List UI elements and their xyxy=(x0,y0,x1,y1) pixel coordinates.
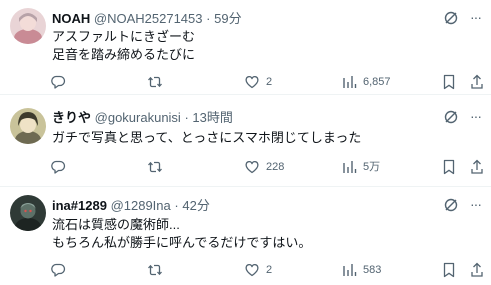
like-count: 228 xyxy=(266,161,285,173)
more-icon[interactable]: ··· xyxy=(470,108,484,124)
reply-button[interactable] xyxy=(50,73,72,91)
tweet-actions: 2 6,857 xyxy=(0,73,491,91)
user-handle[interactable]: @gokurakunisi xyxy=(95,110,181,125)
bookmark-icon[interactable] xyxy=(442,262,456,278)
display-name[interactable]: NOAH xyxy=(52,11,90,26)
timestamp[interactable]: 42分 xyxy=(182,198,209,213)
like-count: 2 xyxy=(266,264,273,276)
repost-icon xyxy=(148,161,162,173)
views-chart-icon xyxy=(343,264,357,276)
repost-button[interactable] xyxy=(147,158,169,176)
user-handle[interactable]: @NOAH25271453 xyxy=(94,11,203,26)
tweet[interactable]: きりや @gokurakunisi · 13時間 ··· ガチで写真と思って、と… xyxy=(0,95,491,185)
heart-icon xyxy=(245,264,259,277)
avatar[interactable] xyxy=(10,108,46,144)
share-icon[interactable] xyxy=(470,262,484,278)
tweet-header: NOAH @NOAH25271453 · 59分 xyxy=(52,10,242,28)
more-icon[interactable]: ··· xyxy=(470,196,484,212)
display-name[interactable]: ina#1289 xyxy=(52,198,107,213)
heart-icon xyxy=(245,161,259,174)
like-button[interactable]: 2 xyxy=(244,73,272,91)
tweet-header: きりや @gokurakunisi · 13時間 xyxy=(52,109,233,127)
timestamp[interactable]: 59分 xyxy=(214,11,241,26)
share-icon[interactable] xyxy=(470,159,484,175)
views-button[interactable]: 583 xyxy=(341,261,381,279)
views-count: 5万 xyxy=(363,161,381,173)
grok-icon[interactable] xyxy=(443,109,459,125)
share-icon[interactable] xyxy=(470,74,484,90)
reply-button[interactable] xyxy=(50,158,72,176)
grok-icon[interactable] xyxy=(443,10,459,26)
views-button[interactable]: 5万 xyxy=(341,158,380,176)
reply-button[interactable] xyxy=(50,261,72,279)
tweet-actions: 228 5万 xyxy=(0,158,491,176)
reply-icon xyxy=(51,160,66,174)
tweet-actions: 2 583 xyxy=(0,261,491,279)
grok-icon[interactable] xyxy=(443,197,459,213)
bookmark-icon[interactable] xyxy=(442,159,456,175)
views-button[interactable]: 6,857 xyxy=(341,73,391,91)
tweet-text-line: もちろん私が勝手に呼んでるだけですはい。 xyxy=(52,235,312,250)
tweet-text-line: 足音を踏み締めるたびに xyxy=(52,47,196,62)
avatar[interactable] xyxy=(10,195,46,231)
like-button[interactable]: 228 xyxy=(244,158,284,176)
bookmark-icon[interactable] xyxy=(442,74,456,90)
tweet-text-line: ガチで写真と思って、とっさにスマホ閉じてしまった xyxy=(52,130,362,145)
display-name[interactable]: きりや xyxy=(52,110,91,125)
more-icon[interactable]: ··· xyxy=(470,9,484,25)
like-count: 2 xyxy=(266,76,273,88)
repost-icon xyxy=(148,76,162,88)
avatar[interactable] xyxy=(10,8,46,44)
reply-icon xyxy=(51,75,66,89)
heart-icon xyxy=(245,76,259,89)
separator: · xyxy=(184,110,189,125)
views-chart-icon xyxy=(343,76,357,88)
reply-icon xyxy=(51,263,66,277)
views-count: 6,857 xyxy=(363,76,391,88)
tweet[interactable]: NOAH @NOAH25271453 · 59分 ··· アスファルトにきざーむ… xyxy=(0,0,491,93)
repost-icon xyxy=(148,264,162,276)
tweet-text-line: アスファルトにきざーむ xyxy=(52,29,196,44)
views-count: 583 xyxy=(363,264,382,276)
separator: · xyxy=(174,198,179,213)
repost-button[interactable] xyxy=(147,73,169,91)
separator: · xyxy=(206,11,211,26)
user-handle[interactable]: @1289Ina xyxy=(111,198,171,213)
repost-button[interactable] xyxy=(147,261,169,279)
tweet-text-line: 流石は質感の魔術師... xyxy=(52,217,180,232)
tweet[interactable]: ina#1289 @1289Ina · 42分 ··· 流石は質感の魔術師...… xyxy=(0,187,491,285)
tweet-header: ina#1289 @1289Ina · 42分 xyxy=(52,197,210,215)
views-chart-icon xyxy=(343,161,357,173)
like-button[interactable]: 2 xyxy=(244,261,272,279)
timestamp[interactable]: 13時間 xyxy=(192,110,232,125)
